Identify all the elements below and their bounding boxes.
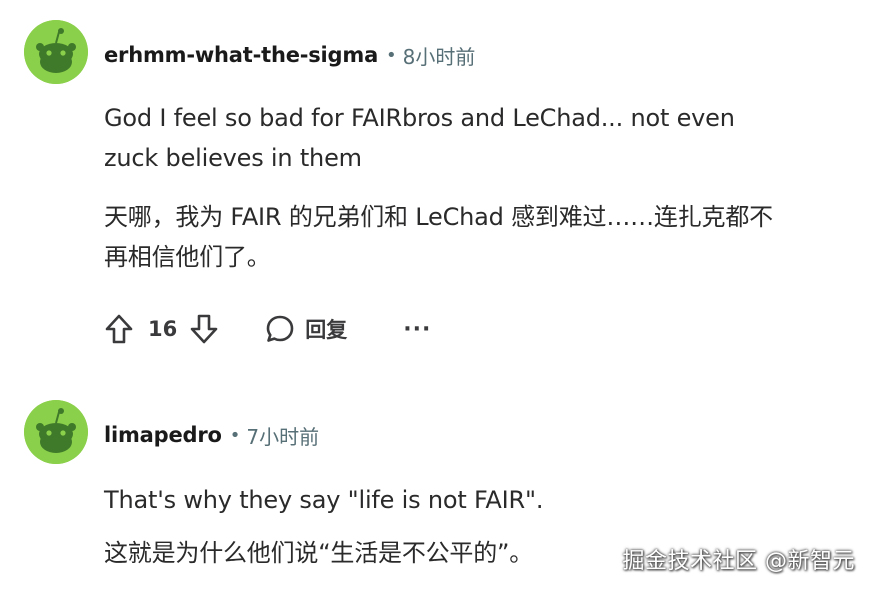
vote-count: 16 [148, 317, 178, 341]
reply-button[interactable]: 回复 [265, 314, 347, 344]
comment-timestamp: 8小时前 [402, 44, 476, 69]
comment-thread: erhmm-what-the-sigma • 8小时前 God I feel s… [0, 0, 873, 597]
comment-timestamp: 7小时前 [246, 424, 320, 449]
arrow-down-icon[interactable] [189, 313, 219, 345]
username-link[interactable]: erhmm-what-the-sigma [104, 43, 378, 67]
meta-separator: • [229, 424, 241, 446]
comment-text-english: That's why they say "life is not FAIR". [104, 486, 544, 514]
reply-label: 回复 [305, 318, 348, 342]
arrow-up-icon[interactable] [104, 313, 134, 345]
watermark: 掘金技术社区 @新智元 [622, 549, 855, 574]
comment-meta: erhmm-what-the-sigma • 8小时前 [104, 40, 475, 70]
comment-text-english: God I feel so bad for FAIRbros and LeCha… [104, 104, 735, 172]
comment-text-chinese: 天哪，我为 FAIR 的兄弟们和 LeChad 感到难过……连扎克都不再相信他们… [104, 203, 773, 271]
ellipsis-icon[interactable]: ··· [403, 317, 431, 342]
comment-meta: limapedro • 7小时前 [104, 420, 319, 450]
comment-action-bar: 16 回复 ··· [104, 308, 431, 350]
speech-bubble-icon [265, 314, 295, 344]
username-link[interactable]: limapedro [104, 423, 222, 447]
meta-separator: • [386, 44, 397, 66]
reddit-snoo-icon[interactable] [24, 400, 88, 464]
reddit-snoo-icon[interactable] [24, 20, 88, 84]
